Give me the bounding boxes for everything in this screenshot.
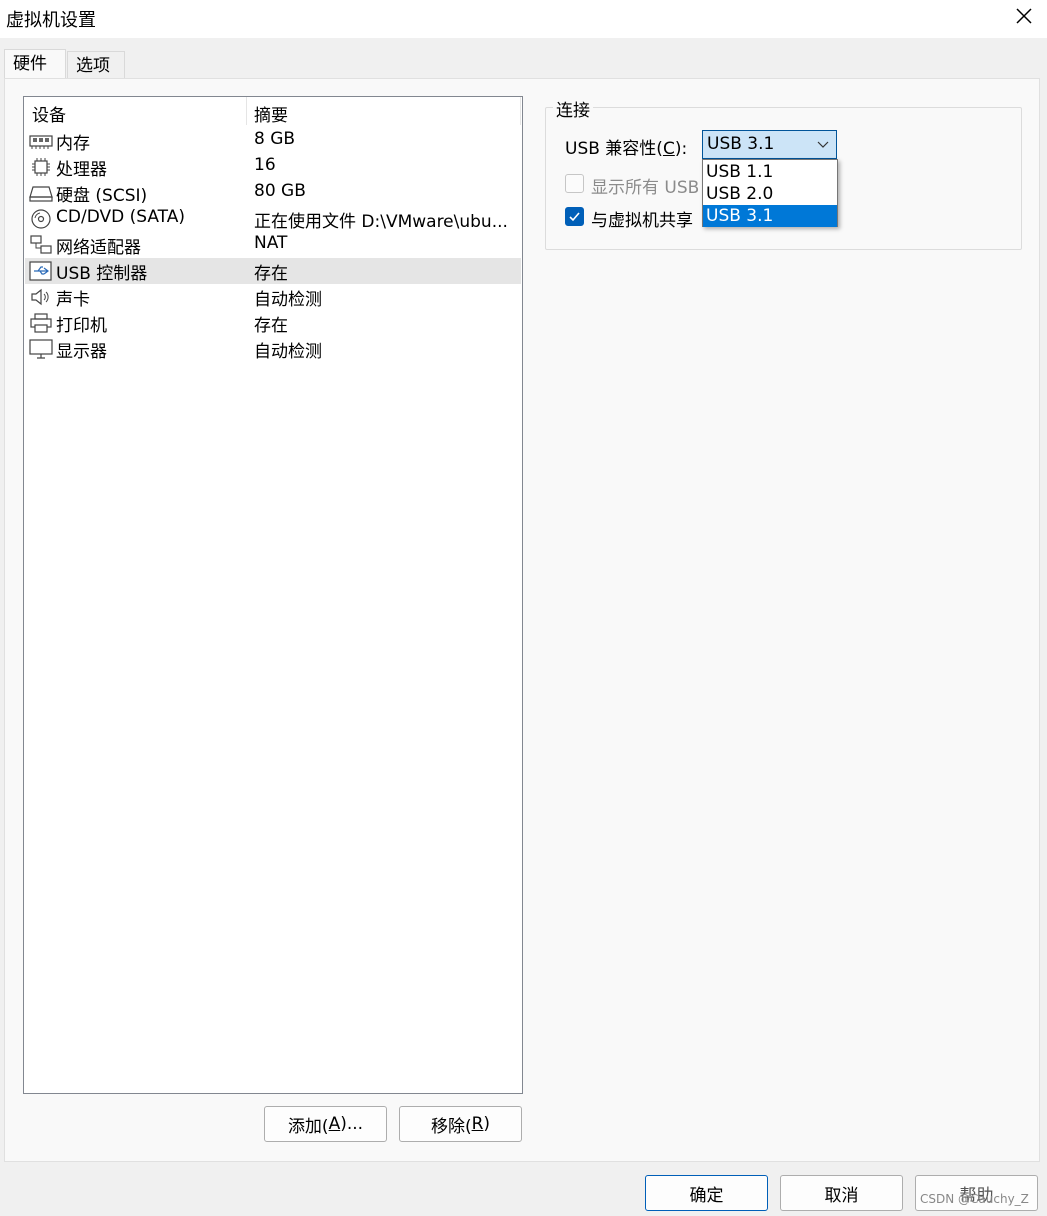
title-bar: 虚拟机设置 [0,0,1047,38]
memory-icon [29,135,53,149]
label-suffix: ): [674,139,688,159]
device-row-harddisk[interactable]: 硬盘 (SCSI) 80 GB [25,180,521,206]
printer-icon [30,313,52,333]
show-all-usb-label[interactable]: 显示所有 USB [591,173,699,198]
header-device[interactable]: 设备 [32,101,66,126]
ok-button[interactable]: 确定 [645,1175,768,1211]
button-accelerator: R [471,1114,484,1134]
dropdown-option[interactable]: USB 2.0 [703,183,837,205]
device-name: 网络适配器 [56,238,141,258]
button-label: 添加( [287,1116,329,1137]
device-row-cd-dvd[interactable]: CD/DVD (SATA) 正在使用文件 D:\VMware\ubu... [25,206,521,232]
device-row-network-adapter[interactable]: 网络适配器 NAT [25,232,521,258]
button-label-suffix: )... [340,1114,364,1134]
dropdown-option-selected[interactable]: USB 3.1 [703,205,837,227]
button-label: 移除( [430,1116,472,1137]
connection-group-title: 连接 [553,96,593,121]
device-summary: 16 [254,155,276,175]
device-summary: 正在使用文件 D:\VMware\ubu... [254,212,508,232]
usb-compatibility-select[interactable]: USB 3.1 [702,130,837,159]
device-summary: 存在 [254,316,288,336]
device-row-usb-controller[interactable]: USB 控制器 存在 [25,258,521,284]
label-accelerator: C [662,139,675,159]
device-name: CD/DVD (SATA) [56,207,185,227]
device-summary: 80 GB [254,181,306,201]
processor-icon [32,158,50,176]
device-name: 声卡 [56,290,90,310]
device-summary: 自动检测 [254,290,322,310]
show-all-usb-checkbox[interactable] [565,174,584,193]
share-label[interactable]: 与虚拟机共享 [591,206,693,231]
device-name: 内存 [56,134,90,154]
device-summary: NAT [254,233,288,253]
remove-device-button[interactable]: 移除(R) [399,1106,522,1142]
window-title: 虚拟机设置 [6,10,96,31]
usb-icon [29,261,52,281]
device-name: 显示器 [56,342,107,362]
chevron-down-icon [817,141,829,148]
header-summary[interactable]: 摘要 [254,101,288,126]
device-name: USB 控制器 [56,264,148,284]
button-label-suffix: ) [483,1114,491,1134]
watermark: CSDN @Cauchy_Z [920,1192,1029,1206]
checkmark-icon [569,212,580,222]
button-accelerator: A [328,1114,341,1134]
usb-compatibility-label: USB 兼容性(C): [565,134,687,159]
speaker-icon [31,288,49,306]
share-checkbox[interactable] [565,207,584,226]
device-name: 打印机 [56,316,107,336]
device-row-memory[interactable]: 内存 8 GB [25,128,521,154]
add-device-button[interactable]: 添加(A)... [264,1106,387,1142]
dropdown-option[interactable]: USB 1.1 [703,161,837,183]
column-divider [520,97,521,125]
device-summary: 8 GB [254,129,296,149]
close-icon [1016,8,1032,24]
cancel-button[interactable]: 取消 [780,1175,903,1211]
label-text: USB 兼容性( [565,139,663,159]
select-value: USB 3.1 [707,134,775,154]
harddisk-icon [29,186,53,202]
close-button[interactable] [1001,0,1047,32]
device-row-sound-card[interactable]: 声卡 自动检测 [25,284,521,310]
tab-options[interactable]: 选项 [67,51,125,79]
column-divider[interactable] [246,97,247,125]
device-name: 硬盘 (SCSI) [56,186,148,206]
monitor-icon [29,339,53,359]
device-row-display[interactable]: 显示器 自动检测 [25,336,521,362]
device-summary: 存在 [254,264,288,284]
network-adapter-icon [30,235,52,254]
list-header: 设备 摘要 [24,97,522,126]
cd-dvd-icon [31,209,51,229]
tab-hardware[interactable]: 硬件 [4,49,66,80]
device-summary: 自动检测 [254,342,322,362]
usb-compatibility-dropdown: USB 1.1 USB 2.0 USB 3.1 [702,159,838,227]
device-row-processor[interactable]: 处理器 16 [25,154,521,180]
device-row-printer[interactable]: 打印机 存在 [25,310,521,336]
device-name: 处理器 [56,160,107,180]
device-list[interactable]: 设备 摘要 内存 8 GB 处理器 16 硬盘 (SCSI) 80 GB CD/… [23,96,523,1094]
